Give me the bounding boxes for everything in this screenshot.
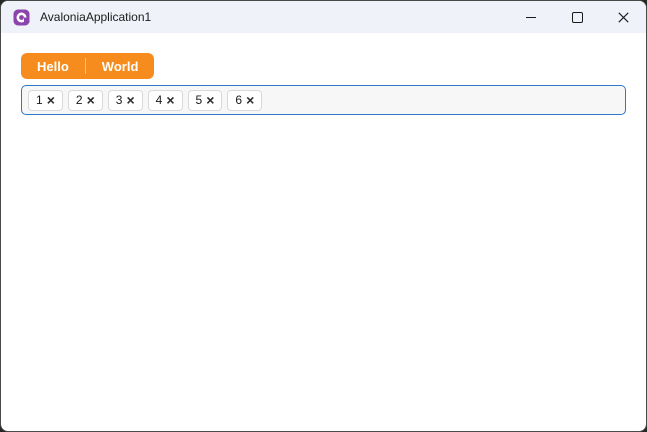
- chip-1[interactable]: 1 ×: [28, 89, 63, 111]
- app-window: AvaloniaApplication1 Hello World 1 × 2 ×…: [0, 0, 647, 432]
- maximize-button[interactable]: [554, 1, 600, 33]
- chip-remove-icon[interactable]: ×: [166, 93, 174, 107]
- maximize-icon: [571, 11, 583, 23]
- chip-2[interactable]: 2 ×: [67, 89, 103, 111]
- tab-world[interactable]: World: [86, 53, 155, 79]
- window-title: AvaloniaApplication1: [40, 10, 152, 24]
- chip-label: 1: [36, 93, 43, 107]
- chip-6[interactable]: 6 ×: [227, 89, 263, 111]
- window-content: Hello World 1 × 2 × 3 × 4 × 5 × 6 ×: [1, 33, 646, 115]
- chip-remove-icon[interactable]: ×: [87, 93, 95, 107]
- close-icon: [617, 11, 629, 23]
- chip-label: 6: [235, 93, 243, 107]
- chip-remove-icon[interactable]: ×: [47, 93, 55, 107]
- chip-5[interactable]: 5 ×: [187, 89, 223, 111]
- minimize-icon: [526, 16, 536, 18]
- chip-label: 2: [75, 93, 83, 107]
- chip-4[interactable]: 4 ×: [147, 89, 183, 111]
- tab-strip: Hello World: [21, 53, 155, 79]
- chip-remove-icon[interactable]: ×: [126, 93, 134, 107]
- chip-remove-icon[interactable]: ×: [246, 93, 254, 107]
- window-controls: [508, 1, 646, 33]
- chip-label: 5: [195, 93, 203, 107]
- chip-label: 4: [155, 93, 163, 107]
- tab-hello[interactable]: Hello: [21, 53, 85, 79]
- chip-remove-icon[interactable]: ×: [206, 93, 214, 107]
- chips-input[interactable]: 1 × 2 × 3 × 4 × 5 × 6 ×: [21, 85, 626, 115]
- chip-3[interactable]: 3 ×: [107, 89, 143, 111]
- minimize-button[interactable]: [508, 1, 554, 33]
- titlebar[interactable]: AvaloniaApplication1: [1, 1, 646, 33]
- chip-label: 3: [115, 93, 123, 107]
- close-button[interactable]: [600, 1, 646, 33]
- avalonia-logo-icon: [13, 9, 30, 25]
